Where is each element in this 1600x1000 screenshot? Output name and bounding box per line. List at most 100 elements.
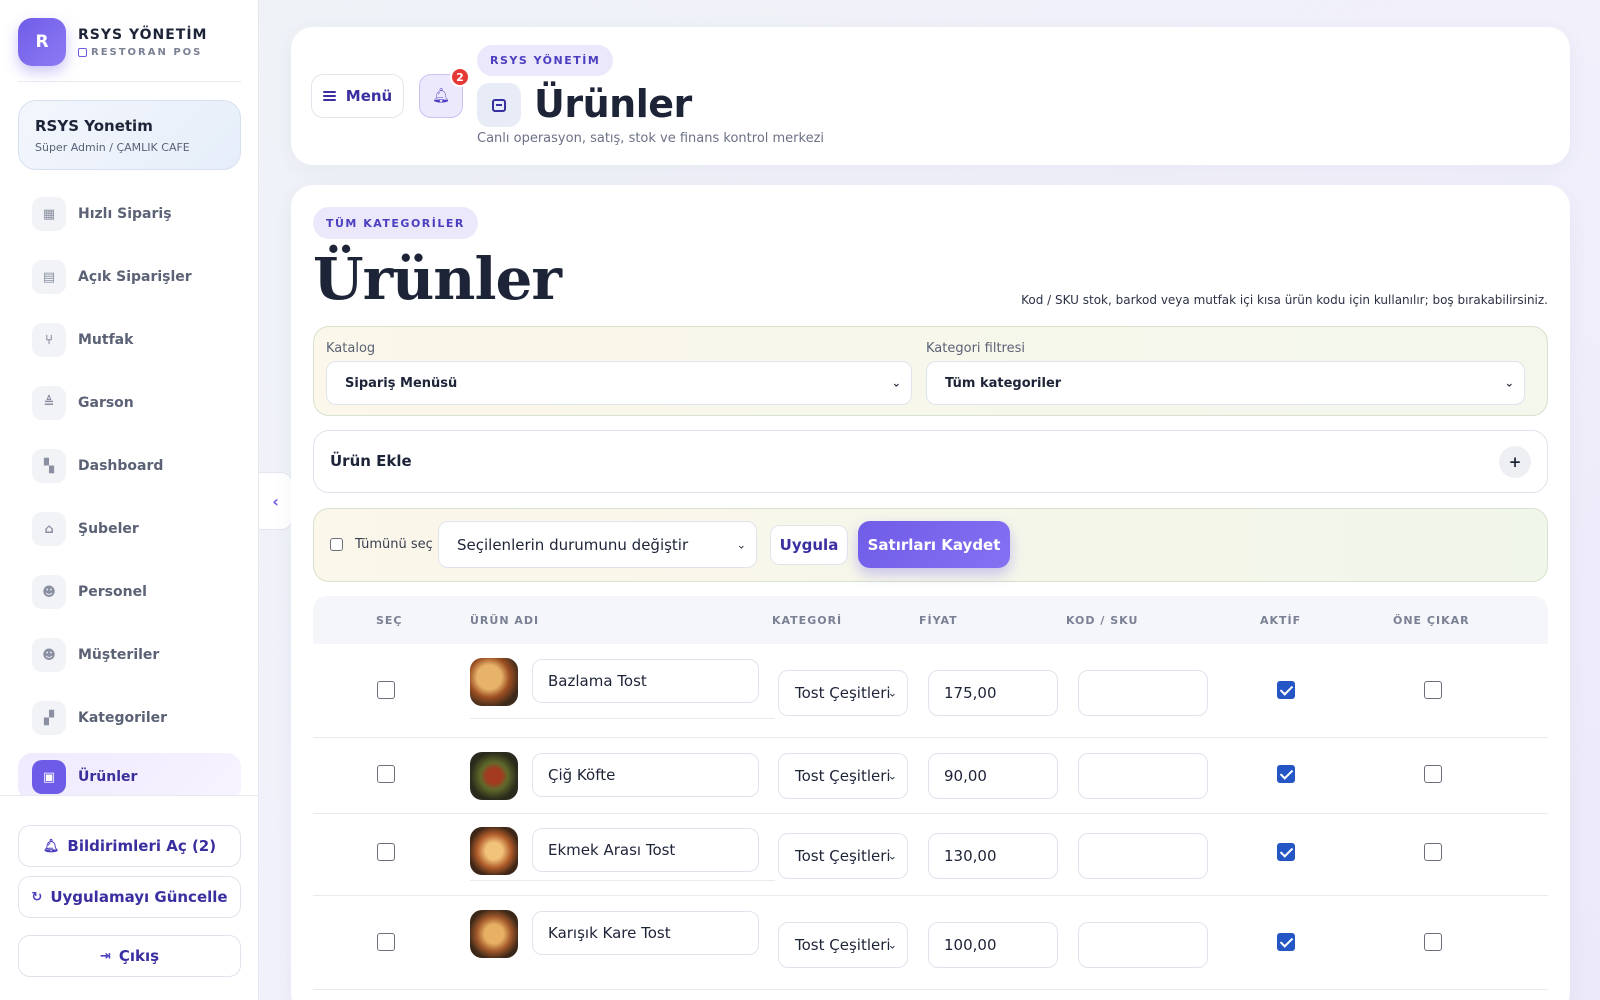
divider [0,795,259,796]
notifications-button[interactable]: 🔔︎ Bildirimleri Aç (2) [18,825,241,867]
utensils-icon: ⑂ [32,323,66,357]
product-category-select[interactable]: Tost Çeşitleri ⌄ [778,922,908,968]
menu-button-label: Menü [345,87,393,105]
sidebar-nav: ▦ Hızlı Sipariş ▤ Açık Siparişler ⑂ Mutf… [18,190,241,795]
product-name-input[interactable]: Ekmek Arası Tost [532,828,759,872]
row-select-checkbox[interactable] [377,843,395,861]
active-checkbox[interactable] [1277,681,1295,699]
logout-button[interactable]: ⇥ Çıkış [18,935,241,977]
sidebar-item-urunler[interactable]: ▣ Ürünler [18,753,241,795]
table-row: Çiğ Köfte Tost Çeşitleri ⌄ 90,00 [313,738,1548,814]
chevron-down-icon: ⌄ [891,376,901,390]
chevron-down-icon: ⌄ [887,686,897,700]
sidebar-item-musteriler[interactable]: ☻ Müşteriler [18,631,241,679]
product-name-input[interactable]: Çiğ Köfte [532,753,759,797]
add-product-button[interactable]: + [1499,446,1531,478]
chevron-down-icon: ⌄ [887,769,897,783]
grid-icon: ▞ [32,701,66,735]
product-sku-input[interactable] [1078,922,1208,968]
sidebar-item-garson[interactable]: ≜ Garson [18,379,241,427]
sidebar-item-label: Dashboard [78,458,164,474]
bell-icon: 🔔︎ [432,88,450,104]
select-all-label: Tümünü seç [355,537,433,552]
sku-hint: Kod / SKU stok, barkod veya mutfak içi k… [1021,293,1548,307]
bulk-actions-bar: Tümünü seç Seçilenlerin durumunu değişti… [313,508,1548,582]
brand-title: RSYS YÖNETİM [78,26,208,43]
menu-button[interactable]: Menü [311,74,404,118]
sidebar-item-subeler[interactable]: ⌂ Şubeler [18,505,241,553]
sidebar-item-label: Ürünler [78,769,138,785]
product-name-input[interactable]: Bazlama Tost [532,659,759,703]
apply-button[interactable]: Uygula [770,525,848,565]
page-title: Ürünler [534,82,692,126]
sidebar-item-dashboard[interactable]: ▚ Dashboard [18,442,241,490]
featured-checkbox[interactable] [1424,933,1442,951]
featured-checkbox[interactable] [1424,765,1442,783]
product-image [470,827,518,875]
product-price-input[interactable]: 175,00 [928,670,1058,716]
divider [470,880,775,881]
table-header: SEÇ ÜRÜN ADI KATEGORİ FİYAT KOD / SKU AK… [313,596,1548,644]
category-pill: TÜM KATEGORİLER [313,207,478,239]
category-filter-value: Tüm kategoriler [945,375,1062,391]
row-select-checkbox[interactable] [377,681,395,699]
sidebar-item-hizli-siparis[interactable]: ▦ Hızlı Sipariş [18,190,241,238]
user-name: RSYS Yonetim [35,117,153,135]
dashboard-icon: ▚ [32,449,66,483]
row-select-checkbox[interactable] [377,933,395,951]
sidebar-item-label: Müşteriler [78,647,160,663]
logout-icon: ⇥ [99,948,111,964]
product-category-value: Tost Çeşitleri [795,936,891,954]
featured-checkbox[interactable] [1424,843,1442,861]
bulk-status-select[interactable]: Seçilenlerin durumunu değiştir ⌄ [438,521,757,568]
users-icon: ☻ [32,575,66,609]
column-header-price: FİYAT [919,614,958,627]
sidebar-item-mutfak[interactable]: ⑂ Mutfak [18,316,241,364]
sidebar-item-personel[interactable]: ☻ Personel [18,568,241,616]
notifications-bell-button[interactable]: 🔔︎ 2 [419,67,470,118]
add-product-label: Ürün Ekle [330,452,412,470]
divider [470,718,775,719]
add-product-panel[interactable]: Ürün Ekle + [313,430,1548,493]
sidebar-item-acik-siparisler[interactable]: ▤ Açık Siparişler [18,253,241,301]
active-checkbox[interactable] [1277,765,1295,783]
calculator-icon: ▦ [32,197,66,231]
catalog-select[interactable]: Sipariş Menüsü ⌄ [326,361,912,405]
chevron-down-icon: ⌄ [1504,376,1514,390]
select-all-checkbox[interactable] [330,538,343,551]
product-price-input[interactable]: 90,00 [928,753,1058,799]
active-checkbox[interactable] [1277,843,1295,861]
table-row: Ekmek Arası Tost Tost Çeşitleri ⌄ 130,00 [313,814,1548,896]
active-checkbox[interactable] [1277,933,1295,951]
waiter-icon: ≜ [32,386,66,420]
product-sku-input[interactable] [1078,670,1208,716]
column-header-select: SEÇ [376,614,403,627]
column-header-featured: ÖNE ÇIKAR [1393,614,1470,627]
product-image [470,658,518,706]
update-app-button[interactable]: ↻ Uygulamayı Güncelle [18,876,241,918]
product-category-select[interactable]: Tost Çeşitleri ⌄ [778,670,908,716]
row-select-checkbox[interactable] [377,765,395,783]
notification-count-badge: 2 [450,67,470,87]
category-filter-select[interactable]: Tüm kategoriler ⌄ [926,361,1525,405]
box-icon [477,83,521,127]
product-name-input[interactable]: Karışık Kare Tost [532,911,759,955]
product-price-input[interactable]: 100,00 [928,922,1058,968]
divider [18,81,241,82]
sidebar-item-kategoriler[interactable]: ▞ Kategoriler [18,694,241,742]
page-subtitle: Canlı operasyon, satış, stok ve finans k… [477,131,825,146]
sidebar-item-label: Hızlı Sipariş [78,206,172,222]
product-price-input[interactable]: 130,00 [928,833,1058,879]
featured-checkbox[interactable] [1424,681,1442,699]
save-rows-button[interactable]: Satırları Kaydet [858,521,1010,568]
section-title: Ürünler [313,245,562,313]
bell-icon: 🔔︎ [42,838,60,854]
product-category-select[interactable]: Tost Çeşitleri ⌄ [778,833,908,879]
products-panel: TÜM KATEGORİLER Ürünler Kod / SKU stok, … [291,185,1570,1000]
product-sku-input[interactable] [1078,833,1208,879]
sidebar-collapse-button[interactable]: ‹ [259,472,293,530]
column-header-name: ÜRÜN ADI [470,614,540,627]
sidebar-item-label: Mutfak [78,332,134,348]
product-sku-input[interactable] [1078,753,1208,799]
product-category-select[interactable]: Tost Çeşitleri ⌄ [778,753,908,799]
